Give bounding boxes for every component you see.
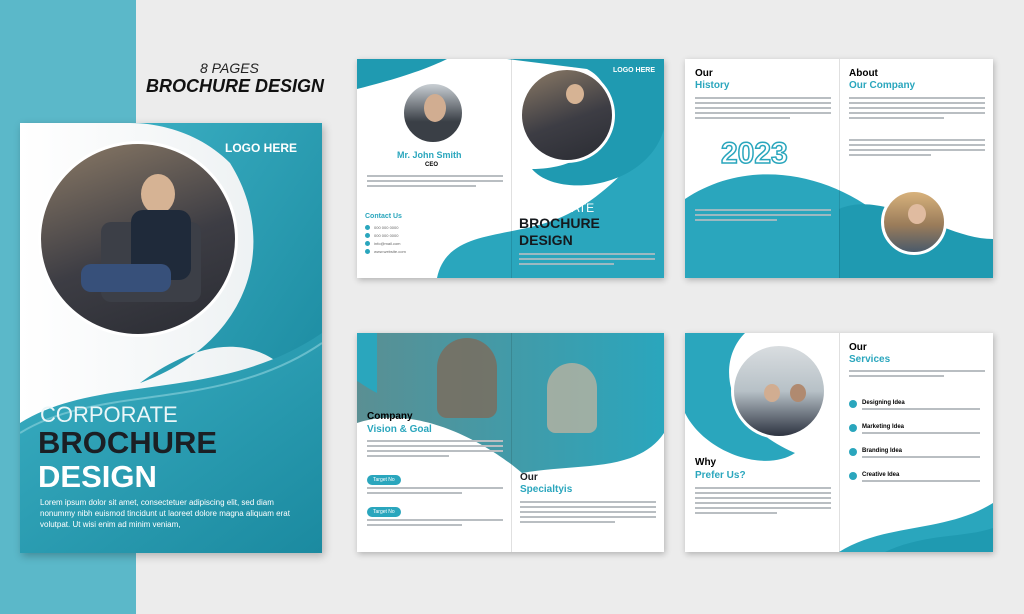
- history-heading-line1: Our: [695, 68, 713, 79]
- spread-1: Mr. John Smith CEO Contact Us 000 000 00…: [357, 59, 664, 278]
- why-text-lines: [695, 487, 831, 517]
- service-item: Branding Idea: [849, 448, 985, 461]
- spread-4: Why Prefer Us? Our Services Designing Id…: [685, 333, 993, 552]
- target-badge-2: Target No: [367, 507, 401, 517]
- target-2-lines: [367, 519, 503, 529]
- pages-count-label: 8 PAGES: [200, 60, 259, 76]
- history-year: 2023: [720, 136, 788, 171]
- service-icon: [849, 424, 857, 432]
- spread1-title-line3: DESIGN: [519, 232, 573, 248]
- specialty-text-lines: [520, 501, 656, 526]
- about-text-lines-2: [849, 139, 985, 159]
- about-photo: [881, 189, 947, 255]
- services-heading-line1: Our: [849, 342, 867, 353]
- spread-2: Our History 2023 About Our Company: [685, 59, 993, 278]
- spread1-photo-man-laptop: [519, 67, 615, 163]
- service-icon: [849, 472, 857, 480]
- contact-list: 000 000 0000 000 000 0000 info@mail.com …: [365, 225, 406, 254]
- service-item: Creative Idea: [849, 472, 985, 485]
- spread1-title-line2: BROCHURE: [519, 215, 600, 231]
- contact-phone1: 000 000 0000: [374, 225, 399, 230]
- service-label: Marketing Idea: [862, 424, 905, 430]
- team-meeting-photo: [731, 343, 827, 439]
- about-text-lines: [849, 97, 985, 122]
- service-icon: [849, 448, 857, 456]
- phone-icon: [365, 225, 370, 230]
- cover-title-line3: DESIGN: [38, 459, 157, 494]
- ceo-role: CEO: [425, 162, 439, 168]
- service-icon: [849, 400, 857, 408]
- meeting-photo-colleague: [547, 363, 597, 433]
- spread1-title-line1: CORPORATE: [519, 201, 595, 215]
- spread1-text-lines: [519, 253, 655, 268]
- cover-body-text: Lorem ipsum dolor sit amet, consectetuer…: [40, 498, 290, 529]
- cover-logo-text: LOGO HERE: [225, 141, 298, 155]
- phone-icon: [365, 233, 370, 238]
- ceo-text-lines: [367, 175, 503, 190]
- contact-heading: Contact Us: [365, 213, 402, 220]
- service-label: Creative Idea: [862, 472, 900, 478]
- contact-web: www.website.com: [374, 249, 406, 254]
- service-item: Marketing Idea: [849, 424, 985, 437]
- globe-icon: [365, 249, 370, 254]
- vision-text-lines: [367, 440, 503, 460]
- ceo-photo: [401, 81, 465, 145]
- spread1-logo: LOGO HERE: [613, 67, 656, 74]
- service-label: Branding Idea: [862, 448, 903, 454]
- meeting-photo-woman: [437, 338, 497, 418]
- service-item: Designing Idea: [849, 400, 985, 413]
- ceo-name: Mr. John Smith: [397, 150, 462, 160]
- cover-page: LOGO HERE CORPORATE BROCHURE DESIGN Lore…: [20, 123, 322, 553]
- vision-heading-line2: Vision & Goal: [367, 424, 432, 435]
- why-heading-line1: Why: [695, 457, 717, 468]
- services-intro-lines: [849, 370, 985, 380]
- mail-icon: [365, 241, 370, 246]
- why-heading-line2: Prefer Us?: [695, 470, 746, 481]
- service-label: Designing Idea: [862, 400, 905, 406]
- specialty-heading-line1: Our: [520, 472, 538, 483]
- history-text-lines: [695, 97, 831, 122]
- cover-photo-man-laptop: [38, 141, 238, 337]
- about-heading-line2: Our Company: [849, 80, 916, 91]
- vision-heading-line1: Company: [367, 411, 413, 422]
- history-heading-line2: History: [695, 80, 730, 91]
- services-heading-line2: Services: [849, 354, 891, 365]
- cover-title-line2: BROCHURE: [38, 425, 218, 460]
- contact-phone2: 000 000 0000: [374, 233, 399, 238]
- target-badge-1: Target No: [367, 475, 401, 485]
- specialty-heading-line2: Specialtyis: [520, 484, 573, 495]
- spread-3: Company Vision & Goal Target No Target N…: [357, 333, 664, 552]
- history-text-lines-2: [695, 209, 831, 224]
- brochure-design-title: BROCHURE DESIGN: [146, 76, 325, 96]
- about-heading-line1: About: [849, 68, 878, 79]
- services-list: Designing Idea Marketing Idea Branding I…: [849, 400, 985, 485]
- target-1-lines: [367, 487, 503, 497]
- contact-email: info@mail.com: [374, 241, 401, 246]
